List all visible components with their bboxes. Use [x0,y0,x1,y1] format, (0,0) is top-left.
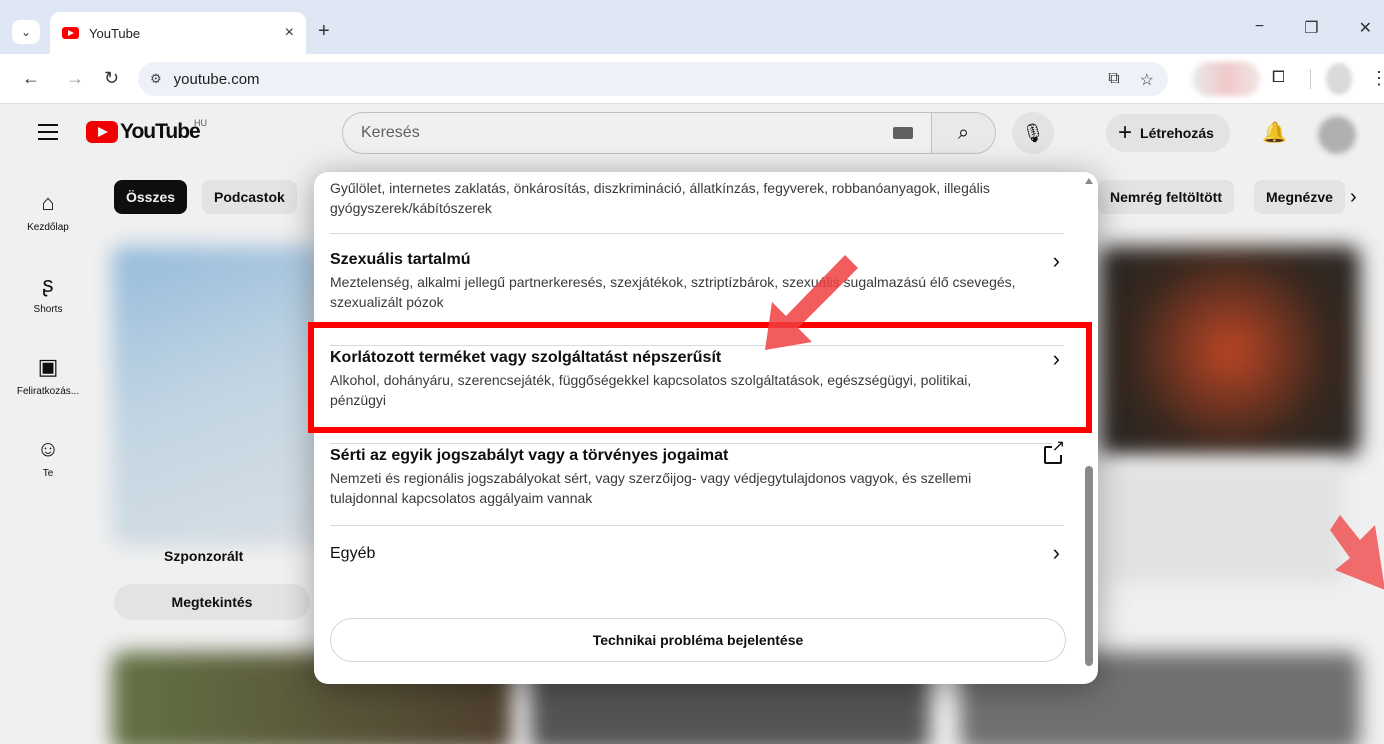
forward-arrow-icon[interactable]: → [66,68,84,89]
reload-icon[interactable]: ↻ [104,68,119,89]
browser-tab-strip: ⌄ YouTube × + − ❐ ✕ [0,0,1384,54]
minimize-button[interactable]: − [1255,18,1264,38]
close-window-button[interactable]: ✕ [1359,18,1372,38]
address-bar-actions: ⧉ ☆ [1108,70,1154,90]
external-link-icon [1044,439,1065,464]
report-option-desc: Nemzeti és regionális jogszabályokat sér… [330,470,972,506]
address-url[interactable]: youtube.com [174,71,260,88]
chevron-right-icon: › [1052,540,1060,565]
tab-title: YouTube [89,25,141,41]
youtube-favicon-icon [62,27,79,39]
browser-profile-avatar[interactable] [1326,63,1352,95]
browser-toolbar: ← → ↻ ⚙ youtube.com ⧉ ☆ ⧠ ⋮ [0,54,1384,104]
restore-button[interactable]: ❐ [1304,18,1318,38]
back-arrow-icon[interactable]: ← [22,68,40,89]
browser-menu-icon[interactable]: ⋮ [1370,68,1384,89]
address-bar[interactable]: ⚙ youtube.com ⧉ ☆ [138,62,1168,96]
report-option-desc: Meztelenség, alkalmi jellegű partnerkere… [330,274,1016,310]
scrollbar-thumb[interactable] [1085,466,1093,666]
report-option-title: Egyéb [330,545,376,562]
blurred-profile-chip[interactable] [1192,62,1260,96]
annotation-arrow-icon [1330,515,1384,590]
scroll-up-arrow-icon[interactable] [1085,178,1093,184]
window-controls: − ❐ ✕ [1255,18,1384,38]
report-option-legal[interactable]: Sérti az egyik jogszabályt vagy a törvén… [330,439,1065,526]
bookmark-star-icon[interactable]: ☆ [1140,70,1154,90]
site-info-icon[interactable]: ⚙ [150,71,162,87]
report-technical-issue-button[interactable]: Technikai probléma bejelentése [330,618,1066,662]
report-option-title: Sérti az egyik jogszabályt vagy a törvén… [330,447,729,464]
report-option-other[interactable]: Egyéb › [330,540,1064,592]
tab-close-icon[interactable]: × [285,24,294,42]
chevron-right-icon: › [1052,248,1060,273]
annotation-arrow-icon [765,255,858,350]
toolbar-divider [1310,69,1311,89]
install-app-icon[interactable]: ⧉ [1108,70,1119,90]
browser-tab[interactable]: YouTube × [50,12,306,54]
report-option-title: Szexuális tartalmú [330,251,471,268]
new-tab-button[interactable]: + [318,20,330,43]
tab-search-dropdown[interactable]: ⌄ [12,20,40,44]
annotation-highlight-box [308,322,1092,433]
extensions-icon[interactable]: ⧠ [1272,69,1285,87]
report-option-desc: Gyűlölet, internetes zaklatás, önkárosít… [330,180,990,216]
report-option-hateful[interactable]: Gyűlölet, internetes zaklatás, önkárosít… [330,178,1064,234]
